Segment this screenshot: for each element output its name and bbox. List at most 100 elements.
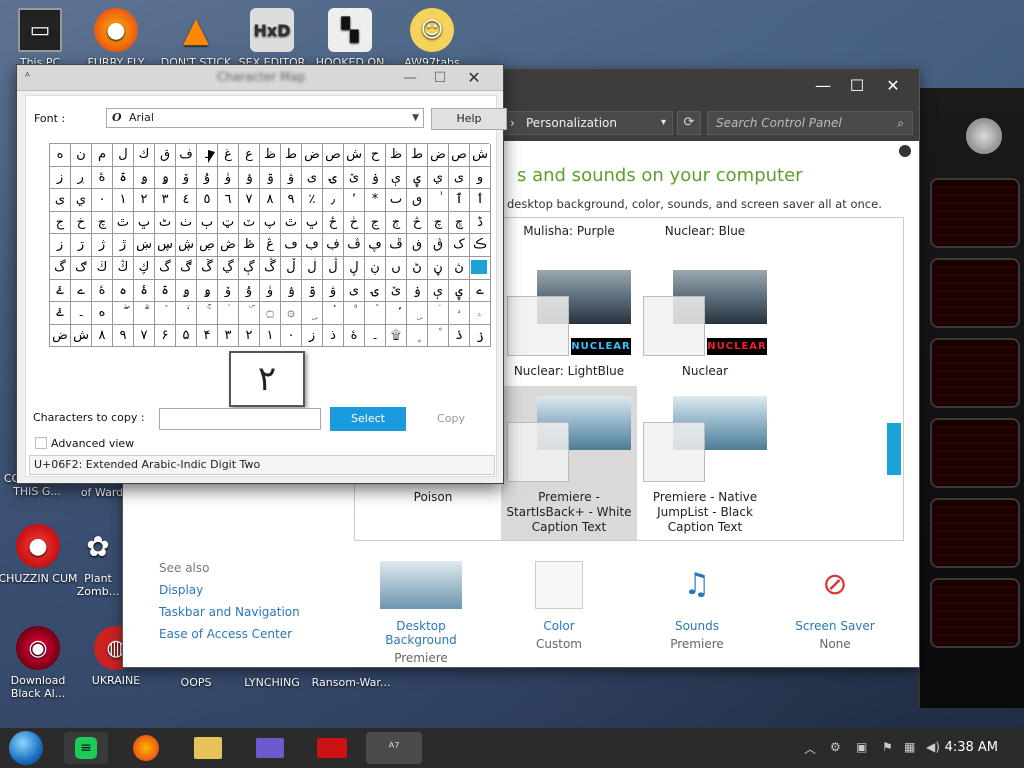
- link-ease-of-access[interactable]: Ease of Access Center: [159, 627, 300, 641]
- character-cell[interactable]: ک: [449, 234, 470, 257]
- character-cell[interactable]: ز: [50, 234, 71, 257]
- character-cell[interactable]: څ: [407, 211, 428, 235]
- tray-volume-icon[interactable]: ◀): [926, 740, 940, 754]
- link-display[interactable]: Display: [159, 583, 300, 597]
- character-cell[interactable]: ۄ: [176, 279, 197, 303]
- character-cell[interactable]: ڜ: [176, 234, 197, 257]
- character-cell[interactable]: ۓ: [50, 279, 71, 303]
- refresh-button[interactable]: ⟳: [677, 111, 701, 135]
- character-cell[interactable]: ك: [134, 144, 155, 167]
- character-cell[interactable]: ض: [302, 144, 323, 167]
- desktop-icon-dont-stick[interactable]: ▲ DON'T STICK: [156, 8, 236, 70]
- character-cell[interactable]: ڤ: [344, 234, 365, 257]
- character-cell[interactable]: ۂ: [134, 279, 155, 303]
- color-button[interactable]: Color Custom: [499, 561, 619, 651]
- character-cell[interactable]: ڟ: [239, 234, 260, 257]
- character-cell[interactable]: ۍ: [323, 166, 344, 190]
- character-cell[interactable]: ۊ: [302, 279, 323, 303]
- character-cell[interactable]: ۲: [239, 324, 260, 348]
- character-cell[interactable]: غ: [218, 144, 239, 167]
- character-cell[interactable]: ۃ: [155, 279, 176, 303]
- character-cell[interactable]: ۉ: [281, 279, 302, 303]
- tray-overflow-icon[interactable]: ︿: [804, 740, 816, 757]
- character-cell[interactable]: ژ: [92, 234, 113, 257]
- character-cell[interactable]: ط: [281, 144, 302, 167]
- character-cell[interactable]: ۘ: [155, 302, 176, 325]
- character-cell[interactable]: ڇ: [449, 211, 470, 235]
- character-cell[interactable]: ې: [386, 166, 407, 190]
- character-cell[interactable]: ڱ: [197, 256, 218, 280]
- character-cell[interactable]: ۳: [218, 324, 239, 348]
- character-cell[interactable]: ٣: [155, 189, 176, 212]
- clock[interactable]: 4:38 AM: [945, 740, 998, 755]
- character-cell[interactable]: ۠: [344, 302, 365, 325]
- character-cell[interactable]: ۡ: [365, 302, 386, 325]
- character-cell[interactable]: ۉ: [239, 166, 260, 190]
- advanced-view-checkbox[interactable]: [35, 437, 47, 449]
- character-cell[interactable]: ۴: [197, 324, 218, 348]
- character-cell[interactable]: ۤ: [428, 302, 449, 325]
- character-cell[interactable]: ۏ: [365, 166, 386, 190]
- character-cell[interactable]: ٬: [344, 189, 365, 212]
- character-cell[interactable]: ۛ: [218, 302, 239, 325]
- character-cell[interactable]: ۊ: [260, 166, 281, 190]
- character-cell[interactable]: ۋ: [323, 279, 344, 303]
- character-cell[interactable]: ۆ: [176, 166, 197, 190]
- taskbar-file-explorer[interactable]: [186, 732, 230, 764]
- character-cell[interactable]: ۹: [113, 324, 134, 348]
- tray-app-icon[interactable]: ▣: [856, 740, 867, 754]
- breadcrumb[interactable]: › Personalization ▾: [501, 111, 673, 135]
- character-cell[interactable]: ۣ: [302, 302, 323, 325]
- character-cell[interactable]: ڈ: [470, 211, 491, 235]
- character-cell[interactable]: ٨: [260, 189, 281, 212]
- character-cell[interactable]: ۜ: [239, 302, 260, 325]
- theme-premiere-black[interactable]: Premiere - Native JumpList - Black Capti…: [637, 386, 773, 535]
- character-cell[interactable]: ۖ: [113, 302, 134, 325]
- character-cell[interactable]: چ: [92, 211, 113, 235]
- character-cell[interactable]: ش: [344, 144, 365, 167]
- character-cell[interactable]: ف: [176, 144, 197, 167]
- character-cell[interactable]: ڄ: [386, 211, 407, 235]
- tray-network-icon[interactable]: ▦: [904, 740, 915, 754]
- link-taskbar-navigation[interactable]: Taskbar and Navigation: [159, 605, 300, 619]
- character-cell[interactable]: ۀ: [92, 279, 113, 303]
- theme-nuclear-blue[interactable]: Nuclear: Blue: [637, 224, 773, 239]
- desktop-background-button[interactable]: Desktop Background Premiere: [361, 561, 481, 665]
- character-cell[interactable]: ۅ: [155, 166, 176, 190]
- character-cell[interactable]: ز: [302, 324, 323, 348]
- character-cell[interactable]: ۔: [365, 324, 386, 348]
- character-cell[interactable]: ٧: [239, 189, 260, 212]
- start-button[interactable]: [4, 731, 48, 765]
- character-cell[interactable]: ٿ: [113, 211, 134, 235]
- character-cell[interactable]: ڝ: [197, 234, 218, 257]
- theme-mulisha-purple[interactable]: Mulisha: Purple: [501, 224, 637, 239]
- character-cell[interactable]: ۸: [92, 324, 113, 348]
- character-cell[interactable]: ڶ: [302, 256, 323, 280]
- character-cell[interactable]: ۰: [281, 324, 302, 348]
- character-cell[interactable]: ښ: [134, 234, 155, 257]
- character-cell[interactable]: ۙ: [176, 302, 197, 325]
- character-cell[interactable]: ڹ: [365, 256, 386, 280]
- character-cell[interactable]: ي: [428, 166, 449, 190]
- character-cell[interactable]: ۔: [71, 302, 92, 325]
- character-cell[interactable]: ۓ: [50, 302, 71, 325]
- desktop-icon-download-black[interactable]: ◉ Download Black Al...: [0, 626, 78, 700]
- character-cell[interactable]: ص: [323, 144, 344, 167]
- taskbar-app-green[interactable]: ≡: [64, 732, 108, 764]
- character-cell[interactable]: ڷ: [323, 256, 344, 280]
- character-cell[interactable]: ع: [239, 144, 260, 167]
- character-cell[interactable]: ڣ: [323, 234, 344, 257]
- character-cell[interactable]: ۝: [260, 302, 281, 325]
- character-cell[interactable]: ڴ: [260, 256, 281, 280]
- select-button[interactable]: Select: [330, 407, 406, 431]
- desktop-icon-lynching[interactable]: LYNCHING: [232, 676, 312, 689]
- character-cell[interactable]: ۇ: [197, 166, 218, 190]
- character-cell[interactable]: ل: [113, 144, 134, 167]
- theme-nuclear[interactable]: NUCLEAR Nuclear: [637, 270, 773, 379]
- character-cell[interactable]: ي: [71, 189, 92, 212]
- character-cell[interactable]: ۪: [407, 324, 428, 348]
- character-cell[interactable]: ڞ: [218, 234, 239, 257]
- desktop-icon-aw97tabs[interactable]: ☺ AW97tabs: [392, 8, 472, 69]
- character-cell[interactable]: ۏ: [407, 279, 428, 303]
- sounds-button[interactable]: ♫ Sounds Premiere: [637, 561, 757, 651]
